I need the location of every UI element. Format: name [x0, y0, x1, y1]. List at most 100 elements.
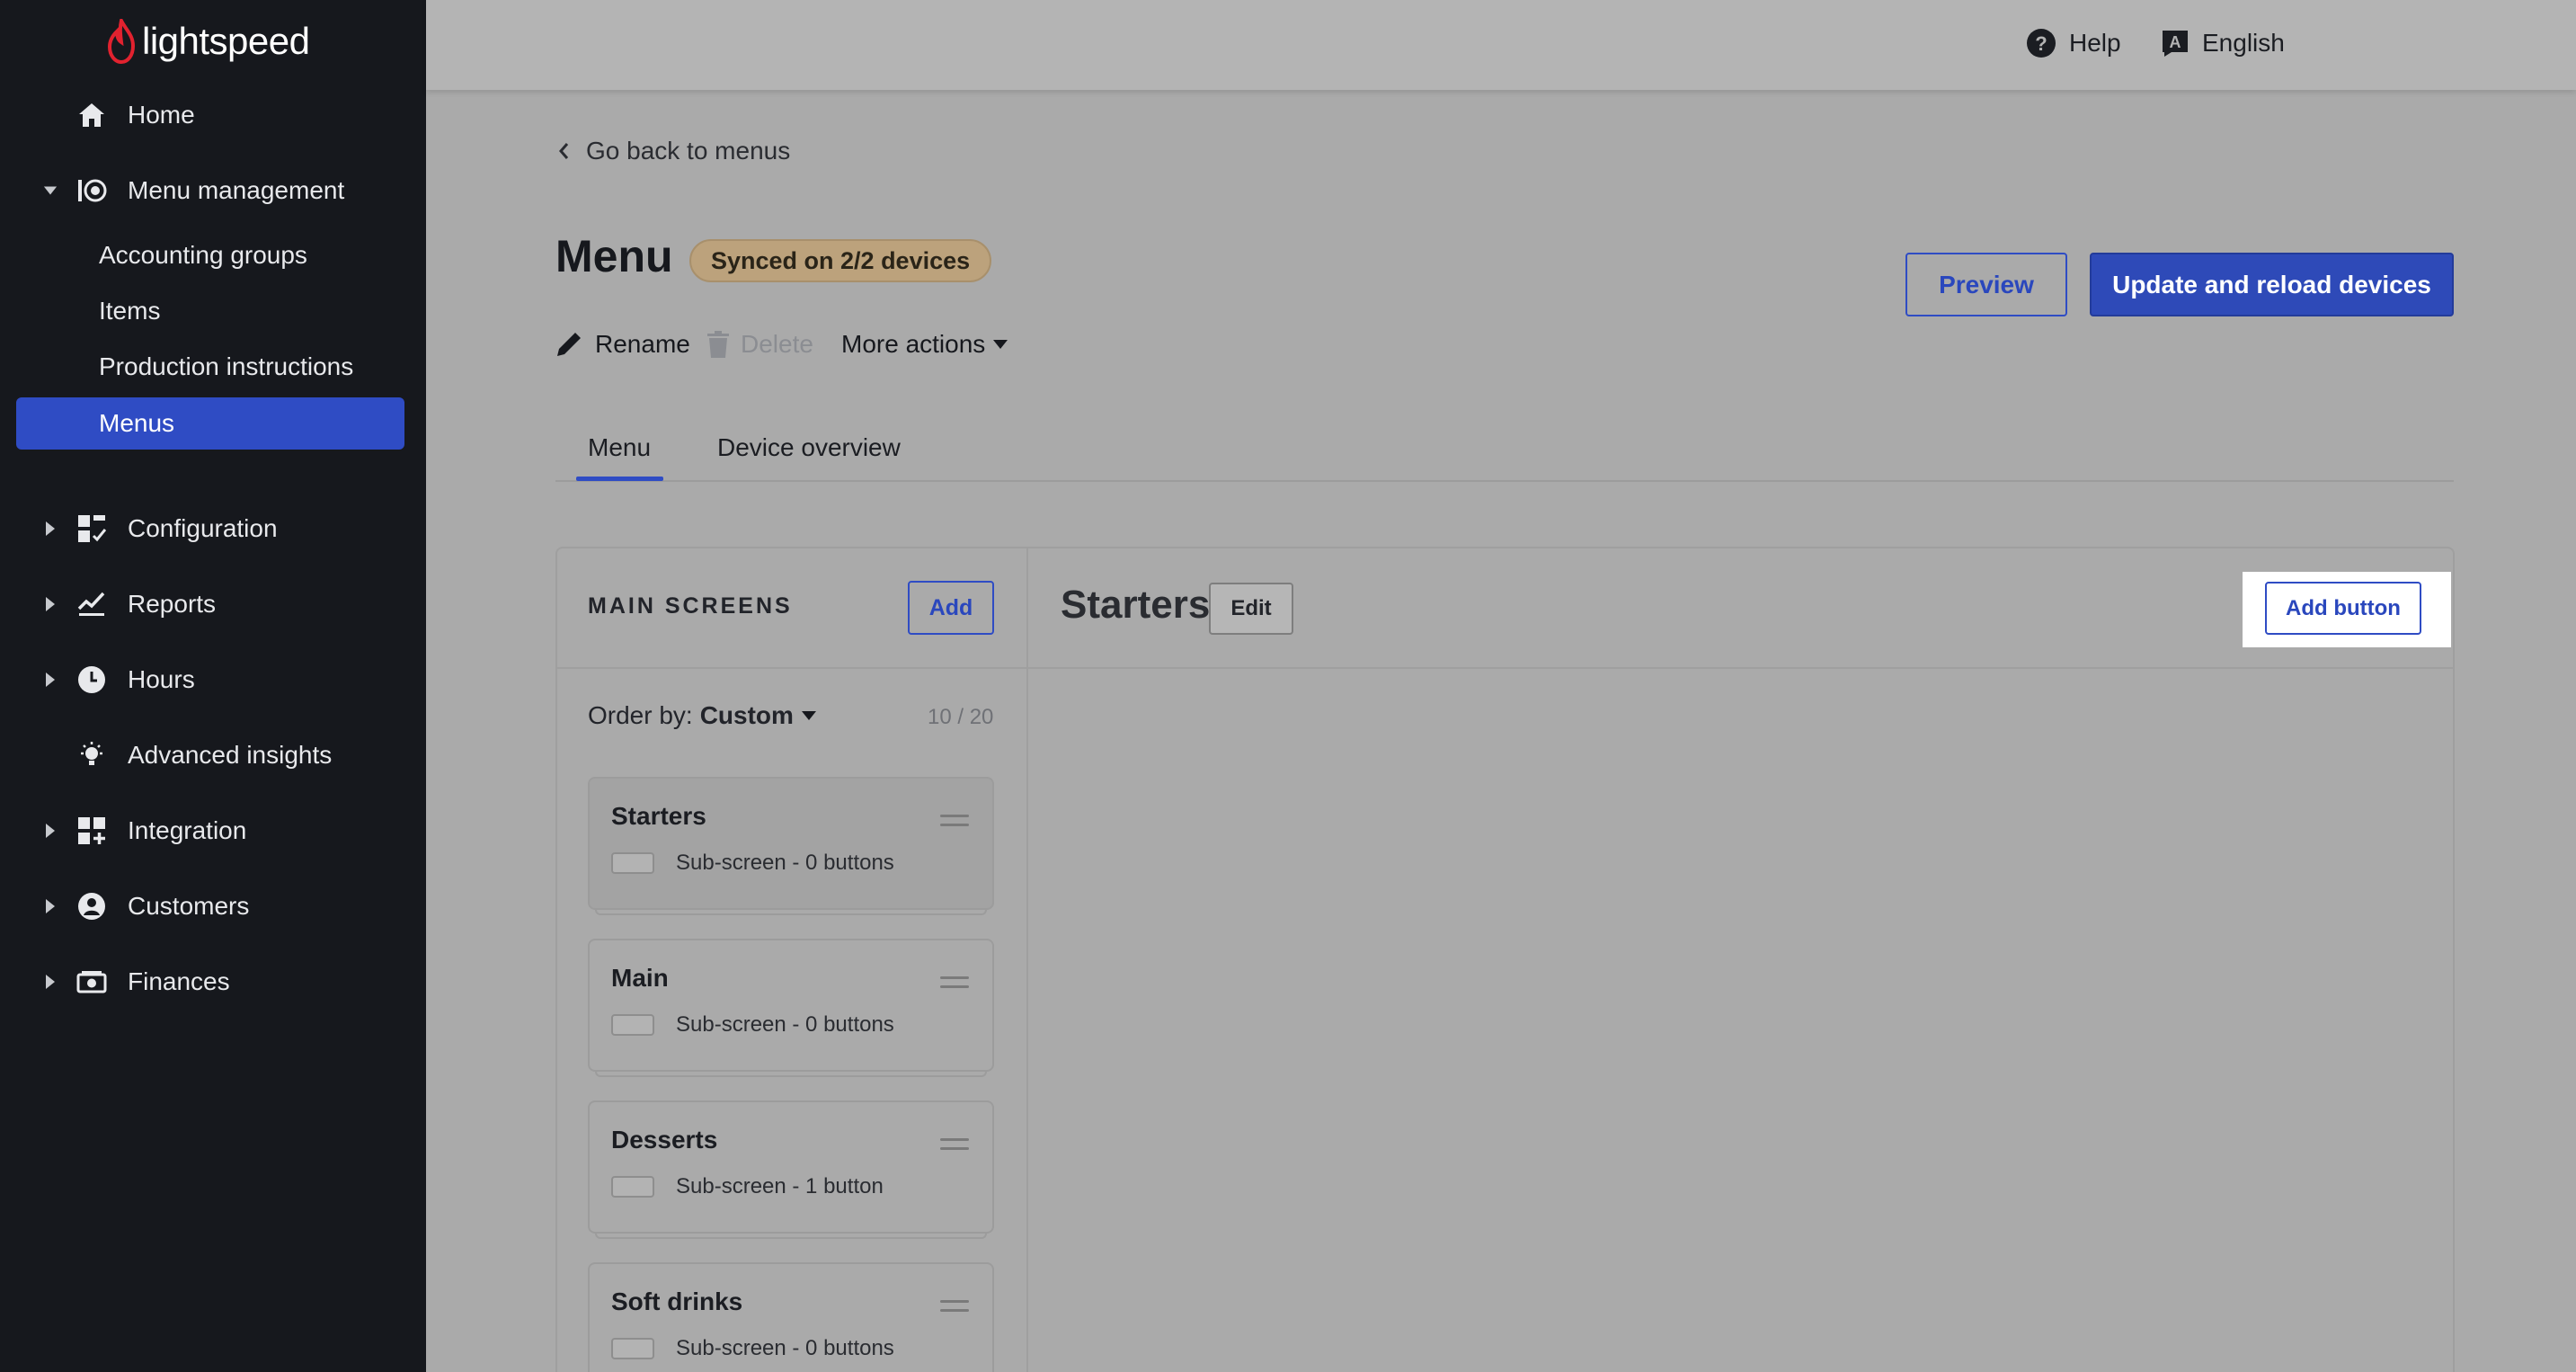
configuration-icon	[76, 512, 108, 545]
home-icon	[76, 99, 108, 131]
panel-divider	[555, 667, 2455, 669]
screen-card-subtitle: Sub-screen - 0 buttons	[676, 1012, 894, 1037]
screen-card-title: Main	[611, 964, 669, 992]
finances-icon	[76, 966, 108, 998]
screen-card-subtitle-row: Sub-screen - 0 buttons	[611, 851, 894, 876]
add-button-button[interactable]: Add button	[2265, 582, 2421, 635]
caret-down-icon	[43, 185, 58, 196]
language-label: English	[2202, 29, 2285, 57]
svg-text:A: A	[2170, 33, 2181, 51]
edit-screen-button[interactable]: Edit	[1209, 583, 1293, 635]
screen-card-title: Soft drinks	[611, 1287, 743, 1315]
svg-text:?: ?	[2035, 32, 2047, 55]
integration-icon	[76, 815, 108, 847]
drag-handle-icon[interactable]	[940, 1138, 969, 1156]
sidebar-subitem-menus-active[interactable]	[16, 397, 404, 450]
chevron-left-icon	[559, 143, 569, 159]
sidebar-item-label: Advanced insights	[128, 741, 333, 769]
sidebar-item-hours[interactable]: Hours	[0, 655, 426, 705]
rename-button[interactable]: Rename	[554, 325, 690, 363]
sidebar-item-label: Configuration	[128, 514, 278, 542]
screen-card-subtitle: Sub-screen - 0 buttons	[676, 1336, 894, 1360]
language-selector[interactable]: A English	[2161, 25, 2285, 61]
help-link[interactable]: ? Help	[2026, 25, 2121, 61]
sidebar-subitem-menus[interactable]: Menus	[99, 398, 174, 449]
preview-button[interactable]: Preview	[1905, 253, 2067, 316]
brand-name: lightspeed	[142, 20, 310, 62]
tab-bar: Menu Device overview	[555, 421, 2454, 482]
add-screen-button[interactable]: Add	[908, 581, 994, 635]
screen-card-main[interactable]: Main Sub-screen - 0 buttons	[588, 939, 994, 1077]
color-swatch	[611, 1014, 654, 1036]
sidebar-subitem-items[interactable]: Items	[99, 286, 160, 336]
sidebar-item-label: Reports	[128, 590, 217, 618]
clock-icon	[76, 664, 108, 696]
order-by-label: Order by:	[588, 701, 693, 729]
rename-label: Rename	[595, 330, 690, 358]
screen-card-subtitle-row: Sub-screen - 0 buttons	[611, 1336, 894, 1361]
lightbulb-icon	[76, 739, 108, 771]
caret-down-icon	[801, 711, 816, 720]
screen-detail-title: Starters	[1061, 583, 1211, 627]
delete-label: Delete	[741, 330, 813, 358]
user-icon	[76, 890, 108, 922]
sidebar-item-configuration[interactable]: Configuration	[0, 503, 426, 554]
delete-button[interactable]: Delete	[706, 325, 813, 363]
main-screens-heading: MAIN SCREENS	[588, 593, 793, 619]
help-icon: ?	[2027, 29, 2056, 58]
screen-card-desserts[interactable]: Desserts Sub-screen - 1 button	[588, 1100, 994, 1239]
sidebar-item-finances[interactable]: Finances	[0, 957, 426, 1007]
drag-handle-icon[interactable]	[940, 815, 969, 833]
sync-status-badge: Synced on 2/2 devices	[689, 239, 992, 282]
screen-count: 10 / 20	[928, 705, 994, 729]
drag-handle-icon[interactable]	[940, 1300, 969, 1318]
reports-icon	[76, 588, 108, 620]
menu-management-icon	[76, 174, 108, 207]
order-by-dropdown[interactable]: Order by: Custom	[588, 701, 817, 730]
sidebar-item-integration[interactable]: Integration	[0, 806, 426, 856]
active-tab-indicator	[576, 477, 663, 481]
sidebar-subitem-accounting-groups[interactable]: Accounting groups	[99, 230, 307, 281]
sidebar-item-home[interactable]: Home	[0, 90, 426, 140]
sidebar-item-reports[interactable]: Reports	[0, 579, 426, 629]
sidebar-item-menu-management[interactable]: Menu management	[0, 165, 426, 216]
sidebar-item-advanced-insights[interactable]: Advanced insights	[0, 730, 426, 780]
caret-right-icon	[43, 521, 58, 537]
screen-card-title: Desserts	[611, 1126, 718, 1154]
help-label: Help	[2069, 29, 2121, 57]
screen-card-title: Starters	[611, 802, 706, 830]
more-actions-dropdown[interactable]: More actions	[841, 325, 1008, 363]
caret-right-icon	[43, 823, 58, 839]
tab-device-overview[interactable]: Device overview	[717, 433, 901, 462]
caret-right-icon	[43, 672, 58, 688]
sidebar-item-label: Hours	[128, 665, 195, 693]
caret-right-icon	[43, 974, 58, 990]
drag-handle-icon[interactable]	[940, 976, 969, 994]
flame-logo-icon	[107, 19, 136, 64]
caret-down-icon	[993, 340, 1008, 349]
more-actions-label: More actions	[841, 330, 986, 358]
sidebar-item-customers[interactable]: Customers	[0, 881, 426, 931]
language-icon: A	[2163, 31, 2188, 57]
top-bar: ? Help A English	[426, 0, 2576, 90]
caret-right-icon	[43, 596, 58, 612]
trash-icon	[707, 331, 729, 358]
sidebar-subitem-production-instructions[interactable]: Production instructions	[99, 342, 353, 392]
sidebar-item-label: Menu management	[128, 176, 345, 204]
screen-card-subtitle-row: Sub-screen - 1 button	[611, 1174, 884, 1199]
update-and-reload-devices-button[interactable]: Update and reload devices	[2090, 253, 2454, 316]
back-to-menus-link[interactable]: Go back to menus	[557, 133, 790, 169]
caret-right-icon	[43, 898, 58, 914]
sidebar-item-label: Customers	[128, 892, 250, 920]
sidebar-item-label: Finances	[128, 967, 230, 995]
screen-card-subtitle-row: Sub-screen - 0 buttons	[611, 1012, 894, 1038]
screen-card-subtitle: Sub-screen - 1 button	[676, 1174, 884, 1198]
tab-menu[interactable]: Menu	[588, 433, 651, 462]
lightspeed-logo[interactable]: lightspeed	[106, 16, 310, 67]
color-swatch	[611, 852, 654, 874]
order-by-value: Custom	[699, 701, 794, 729]
sidebar-item-label: Integration	[128, 816, 247, 844]
color-swatch	[611, 1176, 654, 1198]
screen-card-soft-drinks[interactable]: Soft drinks Sub-screen - 0 buttons	[588, 1262, 994, 1372]
screen-card-starters[interactable]: Starters Sub-screen - 0 buttons	[588, 777, 994, 915]
